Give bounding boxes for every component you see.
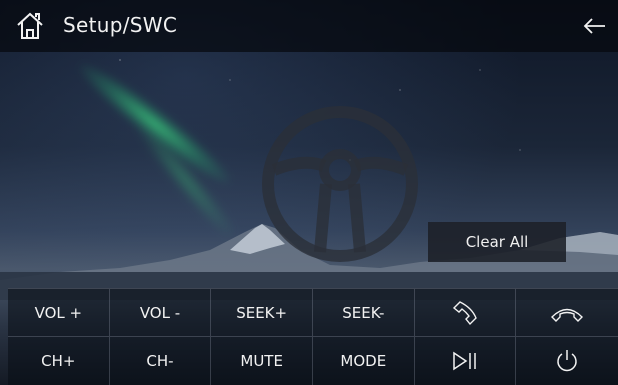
play-pause-icon bbox=[453, 351, 476, 371]
power-icon bbox=[557, 350, 577, 372]
power-button[interactable] bbox=[516, 336, 618, 385]
phone-hangup-icon bbox=[551, 308, 584, 322]
seek-up-button[interactable]: SEEK+ bbox=[211, 288, 313, 336]
ch-down-button[interactable]: CH- bbox=[109, 336, 212, 385]
vol-down-button[interactable]: VOL - bbox=[109, 288, 212, 336]
play-pause-button[interactable] bbox=[414, 336, 517, 385]
swc-button-grid: VOL + VOL - SEEK+ SEEK- CH+ CH- MUTE MOD… bbox=[8, 288, 618, 385]
phone-answer-icon bbox=[452, 300, 477, 325]
top-bar: Setup/SWC bbox=[0, 0, 618, 52]
home-icon[interactable] bbox=[14, 10, 46, 42]
ch-up-button[interactable]: CH+ bbox=[8, 336, 110, 385]
seek-down-button[interactable]: SEEK- bbox=[312, 288, 415, 336]
swc-setup-screen: Setup/SWC Clear All VOL + VOL - SEEK+ SE… bbox=[0, 0, 618, 385]
page-title: Setup/SWC bbox=[63, 13, 178, 37]
clear-all-button[interactable]: Clear All bbox=[428, 222, 566, 262]
phone-hangup-button[interactable] bbox=[516, 288, 618, 336]
back-arrow-icon[interactable] bbox=[582, 16, 606, 36]
mode-button[interactable]: MODE bbox=[312, 336, 415, 385]
steering-wheel-icon bbox=[262, 106, 418, 262]
vol-up-button[interactable]: VOL + bbox=[8, 288, 110, 336]
phone-answer-button[interactable] bbox=[414, 288, 517, 336]
mute-button[interactable]: MUTE bbox=[211, 336, 313, 385]
